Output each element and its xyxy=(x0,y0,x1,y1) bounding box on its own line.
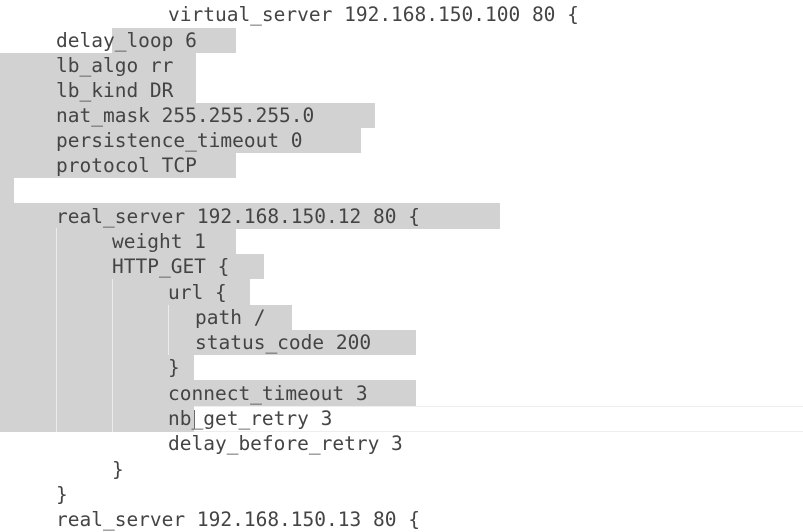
indent-guide xyxy=(112,279,113,432)
code-editor[interactable]: virtual_server 192.168.150.100 80 { dela… xyxy=(0,0,803,531)
indent-guide xyxy=(56,228,57,432)
code-line: } xyxy=(112,458,124,481)
code-line: connect_timeout 3 xyxy=(168,382,368,405)
code-line: } xyxy=(168,356,180,379)
code-line: persistence_timeout 0 xyxy=(56,129,303,152)
code-line: path / xyxy=(195,306,266,329)
code-line: real_server 192.168.150.13 80 { xyxy=(56,508,420,531)
code-line: nb_get_retry 3 xyxy=(168,407,333,430)
selection-highlight xyxy=(0,178,14,203)
code-line: nat_mask 255.255.255.0 xyxy=(56,104,315,127)
code-line: url { xyxy=(168,281,227,304)
code-line: real_server 192.168.150.12 80 { xyxy=(56,205,420,228)
code-line: lb_algo rr xyxy=(56,54,174,77)
code-line: weight 1 xyxy=(112,230,206,253)
indent-guide xyxy=(168,305,169,355)
code-line: status_code 200 xyxy=(195,331,372,354)
code-line: } xyxy=(56,483,68,506)
code-line: delay_before_retry 3 xyxy=(168,432,403,455)
code-line: protocol TCP xyxy=(56,154,197,177)
selection-highlight xyxy=(0,406,194,432)
code-line: delay_loop 6 xyxy=(56,29,197,52)
code-line: lb_kind DR xyxy=(56,79,174,102)
text-cursor xyxy=(194,410,195,429)
code-line: HTTP_GET { xyxy=(112,255,230,278)
code-line: virtual_server 192.168.150.100 80 { xyxy=(168,3,579,26)
selection-highlight xyxy=(0,355,194,380)
